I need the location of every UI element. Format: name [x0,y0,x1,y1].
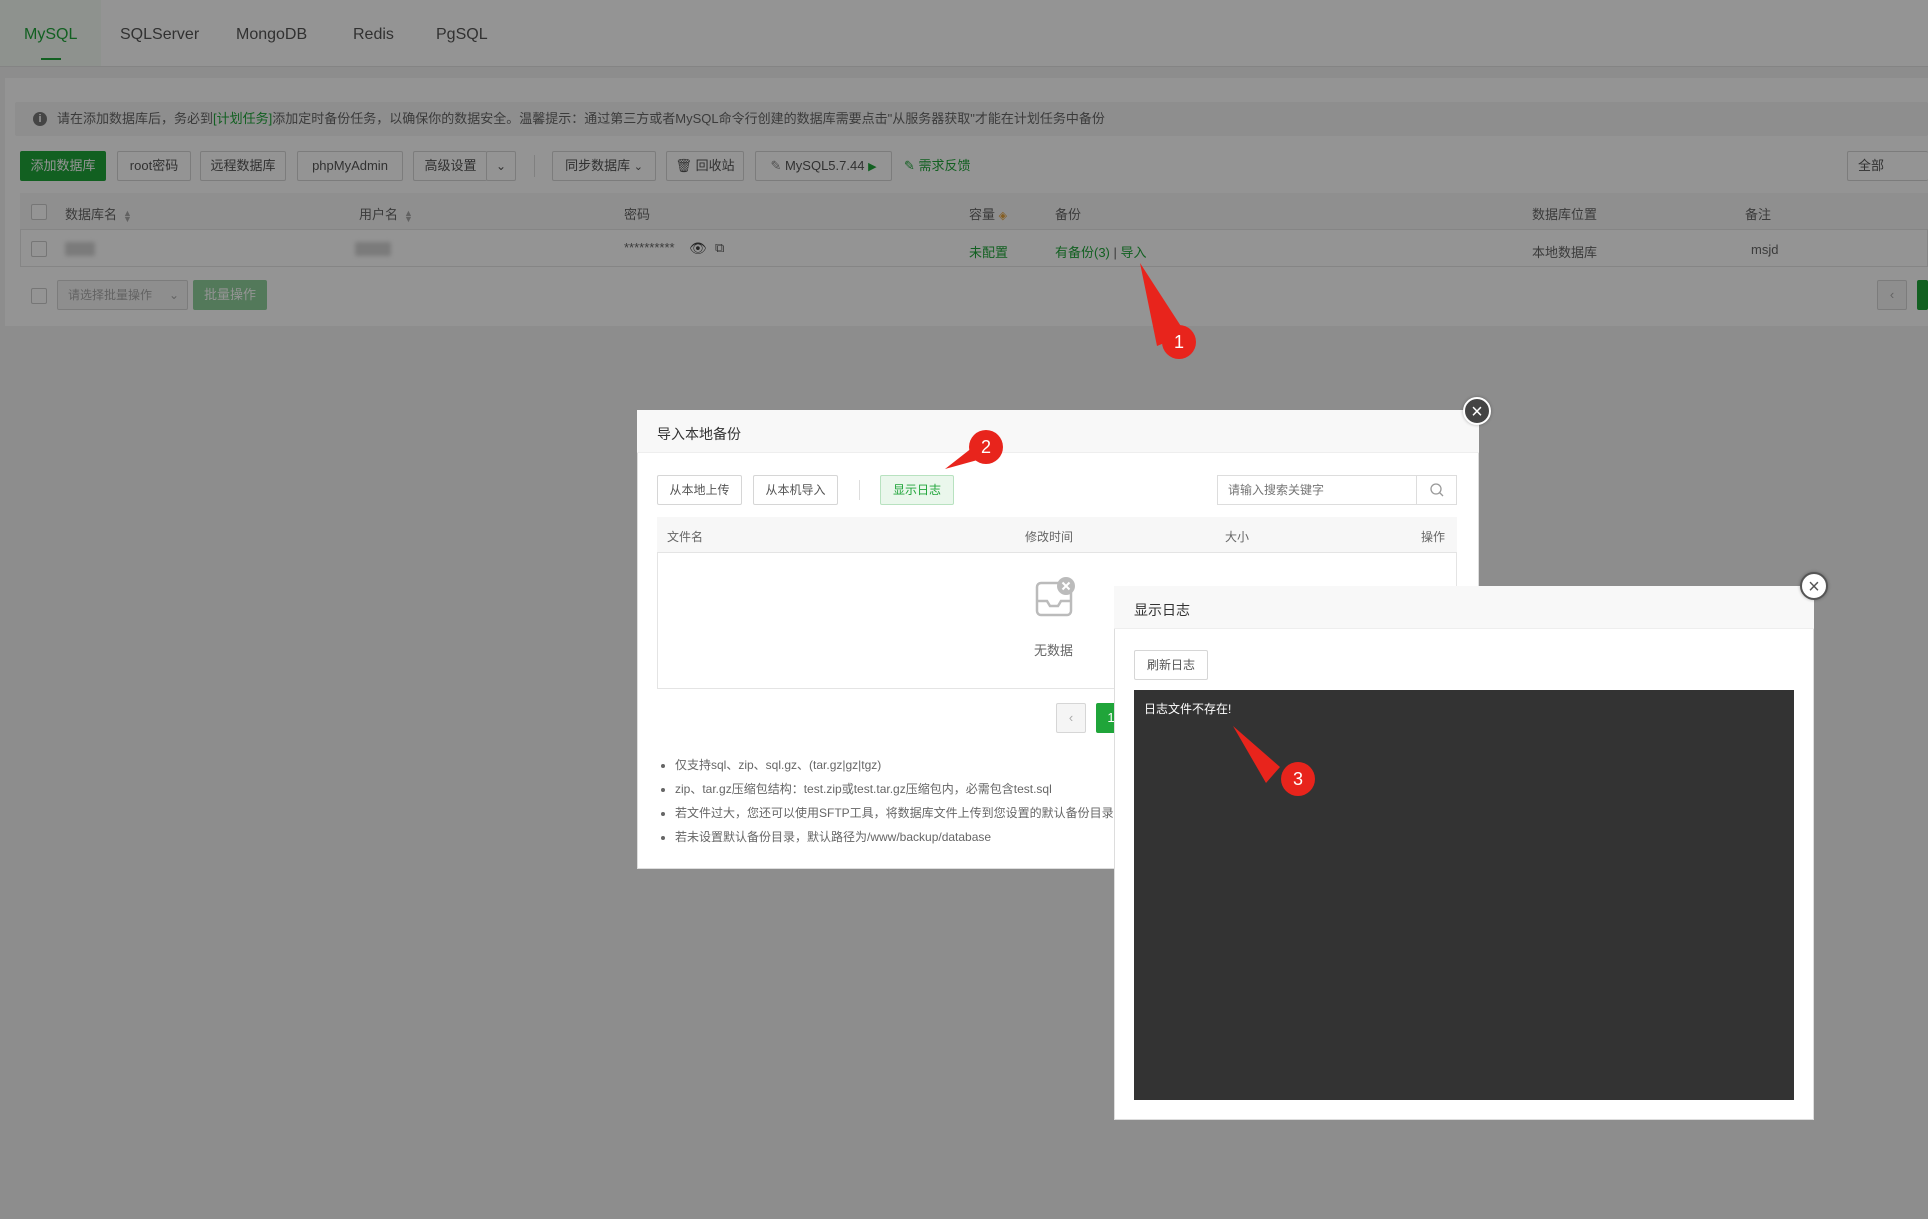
note-item: 若未设置默认备份目录，默认路径为/www/backup/database [675,825,1114,849]
empty-text: 无数据 [1034,643,1074,658]
log-output[interactable]: 日志文件不存在! [1134,690,1794,1100]
button-divider [859,480,860,500]
note-item: 仅支持sql、zip、sql.gz、(tar.gz|gz|tgz) [675,753,1114,777]
empty-data-icon [1034,575,1078,624]
log-modal-header [1114,586,1814,629]
search-input[interactable] [1218,476,1418,504]
log-modal-title: 显示日志 [1134,602,1190,618]
note-item: zip、tar.gz压缩包结构：test.zip或test.tar.gz压缩包内… [675,777,1114,801]
note-item: 若文件过大，您还可以使用SFTP工具，将数据库文件上传到您设置的默认备份目录 [675,801,1114,825]
log-text: 日志文件不存在! [1144,702,1232,716]
search-button[interactable] [1416,476,1456,504]
import-notes-list: 仅支持sql、zip、sql.gz、(tar.gz|gz|tgz) zip、ta… [655,753,1114,849]
annotation-marker-3: 3 [1281,762,1315,796]
upload-from-local-button[interactable]: 从本地上传 [657,475,742,505]
column-filename: 文件名 [667,530,704,544]
chevron-left-icon: ‹ [1068,710,1074,725]
show-log-button[interactable]: 显示日志 [880,475,954,505]
import-from-server-button[interactable]: 从本机导入 [753,475,838,505]
search-icon [1430,483,1444,497]
close-icon[interactable]: × [1463,397,1491,425]
column-size: 大小 [1225,530,1250,544]
annotation-marker-2: 2 [969,430,1003,464]
column-mtime: 修改时间 [1025,530,1074,544]
close-icon[interactable]: × [1800,572,1828,600]
file-prev-page-button[interactable]: ‹ [1056,703,1086,733]
refresh-log-button[interactable]: 刷新日志 [1134,650,1208,680]
column-action: 操作 [1421,530,1446,544]
import-modal-header [637,410,1479,453]
search-box [1217,475,1457,505]
import-modal-title: 导入本地备份 [657,426,741,442]
annotation-marker-1: 1 [1162,325,1196,359]
